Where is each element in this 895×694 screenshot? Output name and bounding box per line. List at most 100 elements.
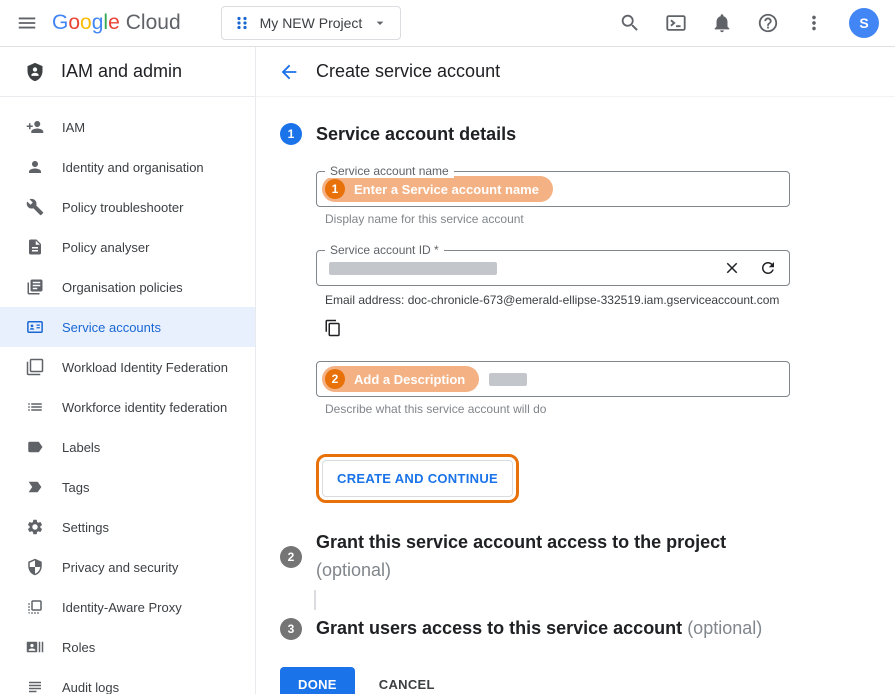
sidebar-item-label: Identity-Aware Proxy: [62, 600, 182, 615]
sidebar-item-policy-analyser[interactable]: Policy analyser: [0, 227, 255, 267]
step-1-header: 1 Service account details: [280, 123, 871, 145]
document-search-icon: [26, 238, 44, 256]
main-content: Create service account 1 Service account…: [256, 47, 895, 694]
redacted-id-value: [329, 262, 497, 275]
sidebar-item-roles[interactable]: Roles: [0, 627, 255, 667]
sidebar-item-label: Organisation policies: [62, 280, 183, 295]
sidebar-title: IAM and admin: [61, 61, 182, 82]
menu-button[interactable]: [16, 12, 38, 34]
step-2-header: 2 Grant this service account access to t…: [280, 529, 871, 585]
sidebar-item-label: Service accounts: [62, 320, 161, 335]
copy-email-button[interactable]: [324, 319, 342, 337]
flip-front-icon: [26, 598, 44, 616]
annotation-1-number: 1: [325, 179, 345, 199]
stepper-connector: [314, 590, 316, 610]
sidebar-item-audit-logs[interactable]: Audit logs: [0, 667, 255, 694]
chevron-down-icon: [372, 15, 388, 31]
sidebar-item-label: Identity and organisation: [62, 160, 204, 175]
service-account-icon: [26, 318, 44, 336]
logo-letter: g: [92, 11, 104, 35]
copy-icon: [324, 319, 342, 337]
sidebar-item-label: Audit logs: [62, 680, 119, 694]
log-lines-icon: [26, 678, 44, 694]
google-cloud-logo[interactable]: Google Cloud: [52, 11, 181, 35]
service-account-id-group: Service account ID * Ema: [316, 250, 790, 337]
logo-letter: o: [68, 11, 80, 35]
topbar-actions: S: [619, 8, 879, 38]
sidebar-item-label: Roles: [62, 640, 95, 655]
sidebar-item-tags[interactable]: Tags: [0, 467, 255, 507]
sidebar-item-privacy-security[interactable]: Privacy and security: [0, 547, 255, 587]
service-account-id-label: Service account ID *: [325, 243, 444, 257]
step-2-title-text: Grant this service account access to the…: [316, 529, 726, 557]
done-button[interactable]: DONE: [280, 667, 355, 694]
create-and-continue-button[interactable]: CREATE AND CONTINUE: [322, 460, 513, 497]
project-name: My NEW Project: [260, 15, 363, 31]
service-account-id-input[interactable]: Service account ID *: [316, 250, 790, 286]
page-header: Create service account: [256, 47, 895, 97]
search-button[interactable]: [619, 12, 641, 34]
sidebar-item-iam[interactable]: IAM: [0, 107, 255, 147]
layers-icon: [26, 358, 44, 376]
step-3-optional-text: (optional): [687, 618, 762, 638]
sidebar-item-service-accounts[interactable]: Service accounts: [0, 307, 255, 347]
step-3-title-text: Grant users access to this service accou…: [316, 618, 682, 638]
sidebar: IAM and admin IAM Identity and organisat…: [0, 47, 256, 694]
step-3-header: 3 Grant users access to this service acc…: [280, 615, 871, 643]
step-2-badge: 2: [280, 546, 302, 568]
description-input[interactable]: 2 Add a Description: [316, 361, 790, 397]
step-3-title: Grant users access to this service accou…: [316, 615, 762, 643]
annotation-2-number: 2: [325, 369, 345, 389]
step-2-title: Grant this service account access to the…: [316, 529, 726, 585]
roles-card-icon: [26, 638, 44, 656]
sidebar-item-label: Settings: [62, 520, 109, 535]
sidebar-item-label: Workload Identity Federation: [62, 360, 228, 375]
list-icon: [26, 398, 44, 416]
service-account-name-label: Service account name: [325, 164, 454, 178]
label-icon: [26, 438, 44, 456]
sidebar-header: IAM and admin: [0, 47, 255, 97]
email-address-text: Email address: doc-chronicle-673@emerald…: [325, 293, 790, 307]
notifications-button[interactable]: [711, 12, 733, 34]
more-options-button[interactable]: [803, 12, 825, 34]
clear-id-button[interactable]: [723, 259, 741, 277]
logo-letter: G: [52, 11, 68, 35]
sidebar-nav: IAM Identity and organisation Policy tro…: [0, 97, 255, 694]
logo-cloud-text: Cloud: [126, 11, 181, 35]
service-account-name-input[interactable]: Service account name 1 Enter a Service a…: [316, 171, 790, 207]
description-group: 2 Add a Description Describe what this s…: [316, 361, 790, 416]
sidebar-item-workload-identity-federation[interactable]: Workload Identity Federation: [0, 347, 255, 387]
sidebar-item-settings[interactable]: Settings: [0, 507, 255, 547]
logo-letter: o: [80, 11, 92, 35]
gear-icon: [26, 518, 44, 536]
sidebar-item-labels[interactable]: Labels: [0, 427, 255, 467]
sidebar-item-policy-troubleshooter[interactable]: Policy troubleshooter: [0, 187, 255, 227]
top-bar: Google Cloud My NEW Project: [0, 0, 895, 47]
sidebar-item-label: Labels: [62, 440, 100, 455]
back-button[interactable]: [278, 61, 300, 83]
cancel-button[interactable]: CANCEL: [379, 677, 435, 692]
bell-icon: [711, 12, 733, 34]
cloud-shell-icon: [665, 12, 687, 34]
sidebar-item-identity-organisation[interactable]: Identity and organisation: [0, 147, 255, 187]
sidebar-item-organisation-policies[interactable]: Organisation policies: [0, 267, 255, 307]
regenerate-id-button[interactable]: [759, 259, 777, 277]
account-avatar[interactable]: S: [849, 8, 879, 38]
more-vert-icon: [803, 12, 825, 34]
sidebar-item-identity-aware-proxy[interactable]: Identity-Aware Proxy: [0, 587, 255, 627]
help-button[interactable]: [757, 12, 779, 34]
service-account-form: Service account name 1 Enter a Service a…: [316, 171, 790, 503]
sidebar-item-label: Policy analyser: [62, 240, 149, 255]
sidebar-item-workforce-identity-federation[interactable]: Workforce identity federation: [0, 387, 255, 427]
person-icon: [26, 158, 44, 176]
app-window: Google Cloud My NEW Project: [0, 0, 895, 694]
project-picker-button[interactable]: My NEW Project: [221, 6, 402, 40]
search-icon: [619, 12, 641, 34]
cloud-shell-button[interactable]: [665, 12, 687, 34]
description-helper-text: Describe what this service account will …: [325, 402, 790, 416]
stepper-content: 1 Service account details Service accoun…: [256, 97, 895, 694]
sidebar-item-label: Workforce identity federation: [62, 400, 227, 415]
sidebar-item-label: IAM: [62, 120, 85, 135]
person-add-icon: [26, 118, 44, 136]
close-icon: [723, 259, 741, 277]
